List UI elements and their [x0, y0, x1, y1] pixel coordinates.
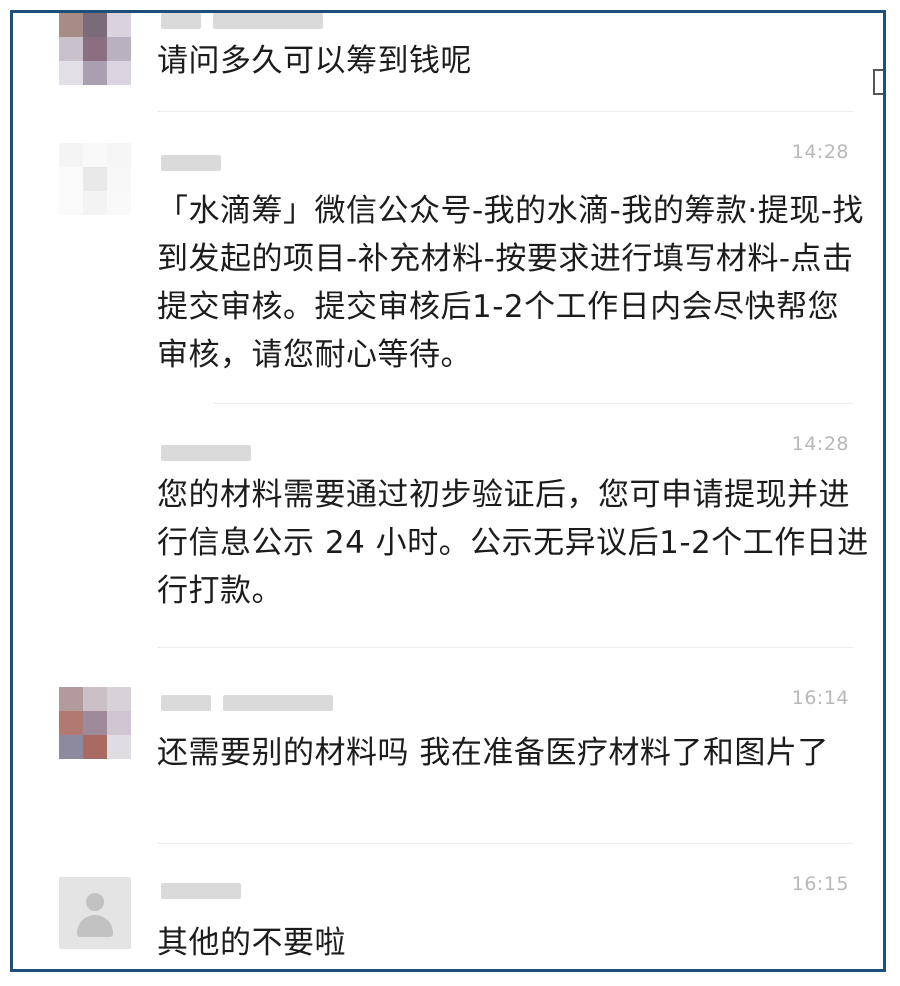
- message-text: 还需要别的材料吗 我在准备医疗材料了和图片了: [157, 735, 829, 771]
- message-text: 您的材料需要通过初步验证后，您可申请提现并进行信息公示 24 小时。公示无异议后…: [157, 477, 869, 609]
- message-divider: [213, 403, 853, 404]
- chat-message-5: 16:15 其他的不要啦: [13, 845, 883, 969]
- sender-name-blurred: [161, 883, 241, 899]
- message-timestamp: 14:28: [791, 433, 849, 455]
- message-text: 请问多久可以筹到钱呢: [157, 43, 472, 79]
- chat-message-2: 14:28 「水滴筹」微信公众号-我的水滴-我的筹款·提现-找到发起的项目-补充…: [13, 113, 883, 403]
- message-timestamp: 14:28: [791, 141, 849, 163]
- chat-message-3: 14:28 您的材料需要通过初步验证后，您可申请提现并进行信息公示 24 小时。…: [13, 405, 883, 645]
- chat-message-4: 16:14 还需要别的材料吗 我在准备医疗材料了和图片了: [13, 649, 883, 841]
- avatar[interactable]: [59, 143, 131, 215]
- sender-name-blurred: [161, 13, 323, 29]
- message-divider: [157, 843, 853, 844]
- chat-message-1: 请问多久可以筹到钱呢: [13, 13, 883, 113]
- avatar[interactable]: [59, 877, 131, 949]
- chat-screenshot-frame: 请问多久可以筹到钱呢 14:28 「水滴筹」微信公众号-我的水滴-我的筹款·提现…: [10, 10, 886, 972]
- sender-name-blurred: [161, 445, 251, 461]
- avatar[interactable]: [59, 13, 131, 85]
- avatar[interactable]: [59, 687, 131, 759]
- message-timestamp: 16:15: [791, 873, 849, 895]
- message-divider: [157, 111, 853, 112]
- message-text: 其他的不要啦: [157, 925, 346, 961]
- message-text: 「水滴筹」微信公众号-我的水滴-我的筹款·提现-找到发起的项目-补充材料-按要求…: [157, 193, 864, 373]
- message-timestamp: 16:14: [791, 687, 849, 709]
- sender-name-blurred: [161, 155, 221, 171]
- message-divider: [157, 647, 853, 648]
- sender-name-blurred: [161, 695, 333, 711]
